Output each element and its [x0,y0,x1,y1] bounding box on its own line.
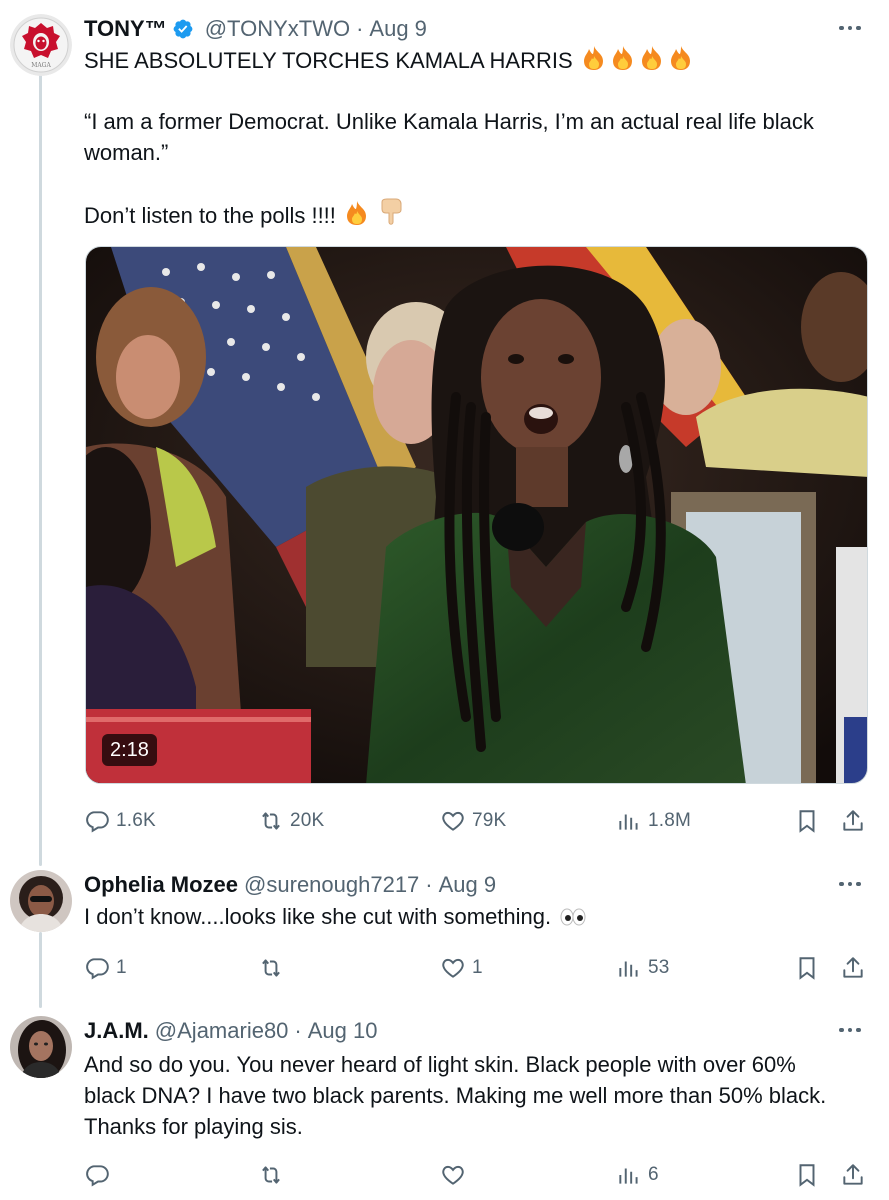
reply-button[interactable] [84,1160,116,1190]
repost-button[interactable] [258,1160,290,1190]
reply-icon [86,1165,109,1187]
like-count: 79K [472,810,507,831]
views-button[interactable]: 6 [616,1160,659,1190]
tweet-text-line-4: Don’t listen to the polls !!!! [84,198,404,234]
avatar-jam[interactable] [10,1016,72,1078]
bookmark-icon [799,957,815,980]
more-icon[interactable] [835,872,865,896]
bookmark-button[interactable] [794,953,826,983]
repost-icon [262,1166,280,1184]
share-icon [843,810,863,831]
video-player[interactable] [85,246,868,784]
reply-icon [86,958,109,980]
bookmark-icon [799,1164,815,1187]
fire-emoji-icon [581,45,699,79]
avatar-tony[interactable]: MAGA [10,14,72,76]
repost-icon [262,812,280,830]
maga-lion-avatar-icon: MAGA [10,14,72,76]
fire-emoji-icon [344,200,370,234]
tweet-text-line-1: SHE ABSOLUTELY TORCHES KAMALA HARRIS [84,45,699,79]
user-handle[interactable]: @surenough7217 [244,872,419,898]
tweet-text-line-3: Thanks for playing sis. [84,1114,303,1139]
like-button[interactable]: 1 [440,953,483,983]
separator-dot: · [356,16,364,41]
views-button[interactable]: 1.8M [616,806,691,836]
user-handle[interactable]: @TONYxTWO [205,16,350,42]
pointing-down-emoji-icon [378,198,404,234]
heart-icon [442,1165,464,1185]
reply-button[interactable]: 1 [84,953,127,983]
tweet-text-line-1: And so do you. You never heard of light … [84,1052,796,1077]
tweet-text-line-2: “I am a former Democrat. Unlike Kamala H… [84,109,814,134]
reply-button[interactable]: 1.6K [84,806,156,836]
views-icon [619,961,638,977]
tweet-header: Ophelia Mozee @surenough7217 · Aug 9 [84,870,496,900]
tweet-text: I don’t know....looks like she cut with … [84,901,587,935]
heart-icon [442,811,464,831]
reply-count: 1 [116,957,127,978]
video-thumbnail [86,247,867,783]
action-bar-2: 1 1 53 [84,953,868,983]
more-icon[interactable] [835,16,865,40]
display-name[interactable]: TONY™ [84,16,167,42]
tweet-header: J.A.M. @Ajamarie80 · Aug 10 [84,1016,377,1046]
like-count: 1 [472,957,483,978]
more-icon[interactable] [835,1018,865,1042]
heart-icon [442,958,464,978]
repost-count: 20K [290,810,325,831]
tweet-date[interactable]: Aug 9 [369,16,427,42]
video-duration: 2:18 [102,734,157,766]
display-name[interactable]: J.A.M. [84,1018,149,1044]
views-count: 53 [648,957,670,978]
share-button[interactable] [840,806,872,836]
like-button[interactable] [440,1160,472,1190]
tweet-date[interactable]: Aug 10 [308,1018,378,1044]
avatar-ophelia[interactable] [10,870,72,932]
bookmark-button[interactable] [794,806,826,836]
bookmark-icon [799,810,815,833]
separator-dot: · [294,1018,302,1043]
user-photo-avatar [10,1016,72,1078]
views-count: 1.8M [648,810,692,831]
tweet-text-line-2: black DNA? I have two black parents. Mak… [84,1083,827,1108]
eyes-emoji-icon [559,904,587,935]
views-icon [619,814,638,830]
bookmark-button[interactable] [794,1160,826,1190]
views-count: 6 [648,1164,659,1185]
separator-dot: · [425,872,433,897]
action-bar-1: 1.6K 20K 79K 1.8M [84,806,868,836]
user-handle[interactable]: @Ajamarie80 [155,1018,289,1044]
display-name[interactable]: Ophelia Mozee [84,872,238,898]
share-button[interactable] [840,1160,872,1190]
verified-badge-icon [173,19,193,39]
reply-count: 1.6K [116,810,156,831]
share-icon [843,1164,863,1185]
tweet-text-line-3: woman.” [84,140,169,165]
action-bar-3: 6 [84,1160,868,1190]
repost-icon [262,959,280,977]
tweet-header: TONY™ @TONYxTWO · Aug 9 [84,14,427,44]
share-button[interactable] [840,953,872,983]
repost-button[interactable]: 20K [258,806,324,836]
tweet-date[interactable]: Aug 9 [439,872,497,898]
reply-icon [86,811,109,833]
svg-text:MAGA: MAGA [31,62,51,69]
repost-button[interactable] [258,953,290,983]
views-icon [619,1168,638,1184]
views-button[interactable]: 53 [616,953,670,983]
user-photo-avatar [10,870,72,932]
share-icon [843,957,863,978]
like-button[interactable]: 79K [440,806,506,836]
